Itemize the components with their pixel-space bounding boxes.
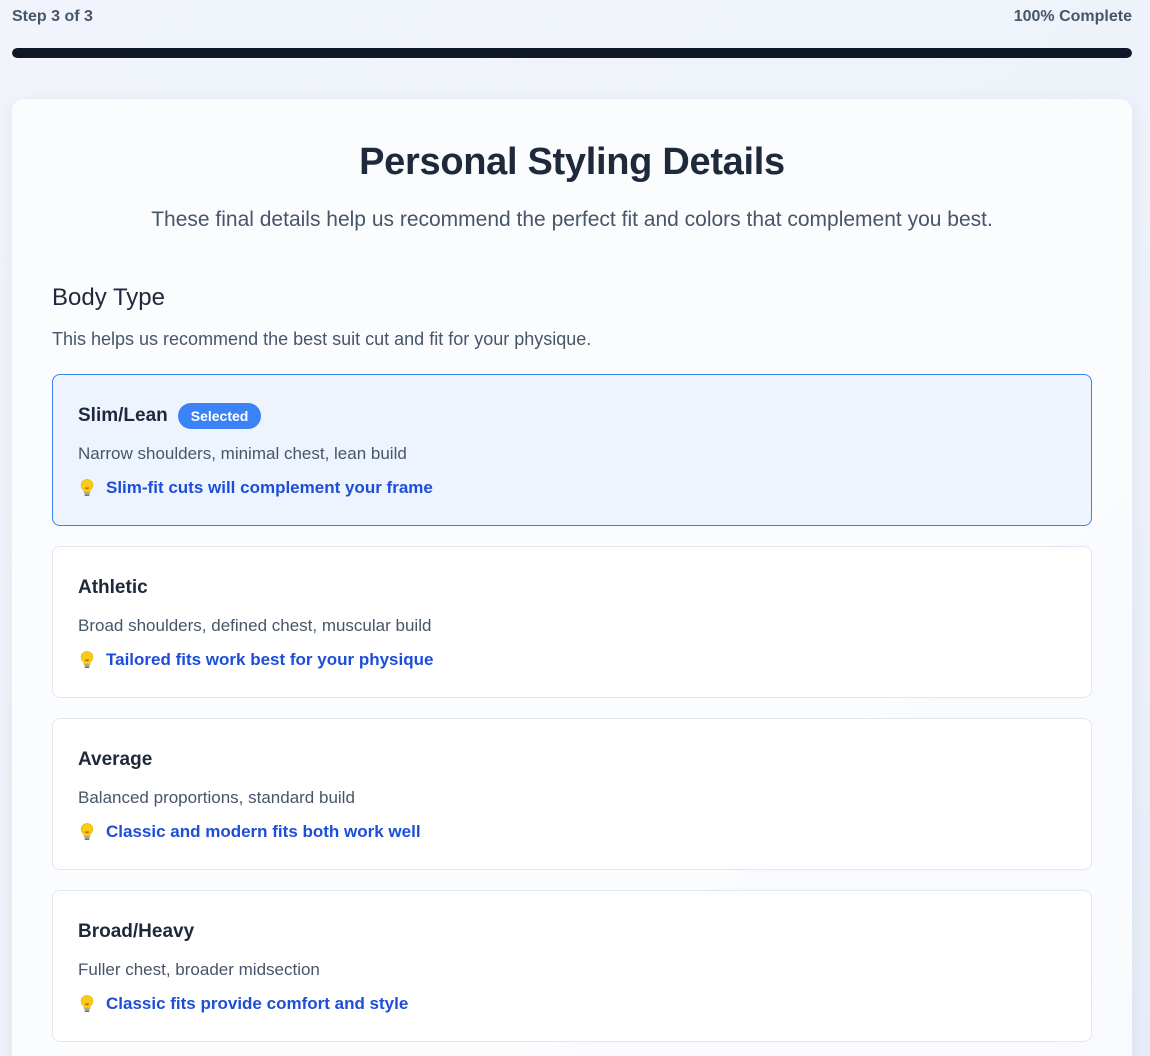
progress-bar-fill <box>12 48 1132 58</box>
option-title: Broad/Heavy <box>78 921 195 942</box>
styling-card: Personal Styling Details These final det… <box>12 99 1132 1056</box>
option-tip: Classic and modern fits both work well <box>78 822 421 842</box>
selected-badge: Selected <box>177 403 262 429</box>
option-description: Fuller chest, broader midsection <box>78 960 320 979</box>
lightbulb-icon <box>78 994 96 1014</box>
body-type-option-average[interactable]: Average Balanced proportions, standard b… <box>52 718 1092 870</box>
progress-header: Step 3 of 3 100% Complete <box>12 0 1132 60</box>
body-type-option-broad-heavy[interactable]: Broad/Heavy Fuller chest, broader midsec… <box>52 890 1092 1042</box>
lightbulb-icon <box>78 650 96 670</box>
option-title-row: Average <box>78 747 152 773</box>
option-tip: Tailored fits work best for your physiqu… <box>78 650 433 670</box>
option-title-row: Slim/Lean Selected <box>78 403 262 429</box>
option-description: Narrow shoulders, minimal chest, lean bu… <box>78 444 407 463</box>
page-title: Personal Styling Details <box>359 141 785 183</box>
option-title-row: Broad/Heavy <box>78 919 194 945</box>
option-tip-text: Classic and modern fits both work well <box>106 822 421 841</box>
option-title: Average <box>78 749 153 770</box>
page-subtitle: These final details help us recommend th… <box>151 208 993 231</box>
body-type-option-athletic[interactable]: Athletic Broad shoulders, defined chest,… <box>52 546 1092 698</box>
progress-percent-label: 100% Complete <box>1013 8 1132 25</box>
lightbulb-icon <box>78 478 96 498</box>
progress-step-label: Step 3 of 3 <box>12 8 93 25</box>
progress-labels: Step 3 of 3 100% Complete <box>12 8 1132 28</box>
option-tip: Classic fits provide comfort and style <box>78 994 408 1014</box>
option-tip: Slim-fit cuts will complement your frame <box>78 478 433 498</box>
option-title: Athletic <box>78 577 148 598</box>
option-tip-text: Classic fits provide comfort and style <box>106 994 409 1013</box>
option-title: Slim/Lean <box>78 405 168 426</box>
option-tip-text: Tailored fits work best for your physiqu… <box>106 650 434 669</box>
progress-bar <box>12 48 1132 58</box>
option-title-row: Athletic <box>78 575 148 601</box>
body-type-description: This helps us recommend the best suit cu… <box>52 329 592 349</box>
lightbulb-icon <box>78 822 96 842</box>
body-type-heading: Body Type <box>52 284 165 311</box>
option-description: Broad shoulders, defined chest, muscular… <box>78 616 432 635</box>
option-description: Balanced proportions, standard build <box>78 788 355 807</box>
body-type-option-slim-lean[interactable]: Slim/Lean Selected Narrow shoulders, min… <box>52 374 1092 526</box>
option-tip-text: Slim-fit cuts will complement your frame <box>106 478 433 497</box>
